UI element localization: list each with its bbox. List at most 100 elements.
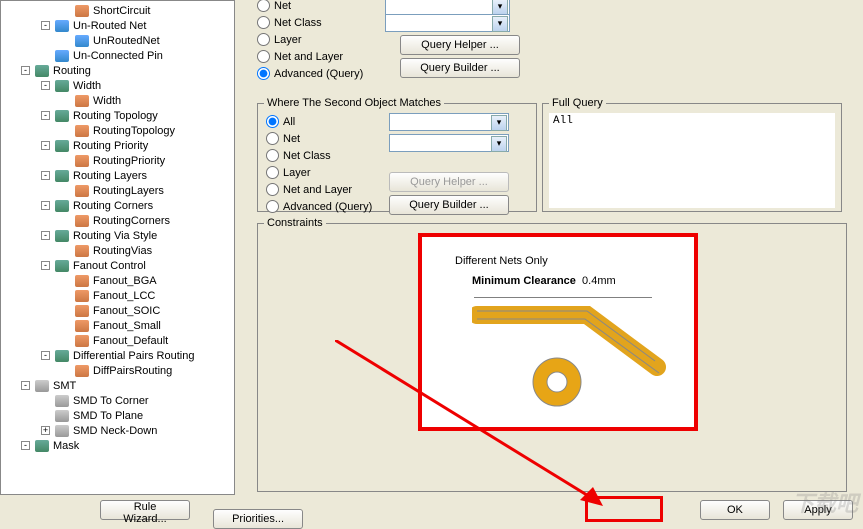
tree-item[interactable]: -Differential Pairs Routing — [1, 348, 234, 363]
first-match-combo[interactable] — [385, 14, 510, 32]
second-match-radio-net-and-layer[interactable]: Net and Layer — [264, 181, 389, 198]
min-clearance-label: Minimum Clearance 0.4mm — [472, 275, 616, 287]
ok-highlight-box — [585, 496, 663, 522]
rules-tree[interactable]: ShortCircuit-Un-Routed NetUnRoutedNetUn-… — [0, 0, 235, 495]
tree-icon — [55, 395, 69, 407]
tree-item[interactable]: Width — [1, 93, 234, 108]
tree-label: Width — [72, 80, 101, 92]
tree-label: Un-Connected Pin — [72, 50, 163, 62]
tree-label: Width — [92, 95, 121, 107]
full-query-legend: Full Query — [549, 97, 606, 109]
tree-item[interactable]: Fanout_BGA — [1, 273, 234, 288]
tree-item[interactable]: RoutingCorners — [1, 213, 234, 228]
tree-label: Un-Routed Net — [72, 20, 146, 32]
tree-item[interactable]: SMD To Plane — [1, 408, 234, 423]
tree-item[interactable]: Fanout_SOIC — [1, 303, 234, 318]
tree-icon — [55, 230, 69, 242]
tree-icon — [55, 140, 69, 152]
second-match-radio-layer[interactable]: Layer — [264, 164, 389, 181]
tree-icon — [55, 425, 69, 437]
second-object-matches-group: Where The Second Object Matches AllNetNe… — [257, 97, 537, 212]
tree-item[interactable]: -Fanout Control — [1, 258, 234, 273]
tree-item[interactable]: SMD To Corner — [1, 393, 234, 408]
tree-icon — [75, 125, 89, 137]
tree-label: Routing Via Style — [72, 230, 157, 242]
tree-icon — [35, 380, 49, 392]
tree-label: Mask — [52, 440, 79, 452]
first-match-radio-net[interactable]: Net — [255, 0, 535, 14]
tree-label: Routing Corners — [72, 200, 153, 212]
different-nets-label: Different Nets Only — [455, 255, 548, 267]
priorities-button[interactable]: Priorities... — [213, 509, 303, 529]
tree-label: DiffPairsRouting — [92, 365, 172, 377]
tree-item[interactable]: RoutingTopology — [1, 123, 234, 138]
tree-item[interactable]: RoutingVias — [1, 243, 234, 258]
query-builder-button-2[interactable]: Query Builder ... — [389, 195, 509, 215]
tree-item[interactable]: +SMD Neck-Down — [1, 423, 234, 438]
tree-label: Fanout_Small — [92, 320, 161, 332]
query-helper-button-2: Query Helper ... — [389, 172, 509, 192]
ok-button[interactable]: OK — [700, 500, 770, 520]
tree-item[interactable]: UnRoutedNet — [1, 33, 234, 48]
tree-icon — [55, 170, 69, 182]
tree-icon — [75, 35, 89, 47]
tree-icon — [75, 215, 89, 227]
tree-label: ShortCircuit — [92, 5, 150, 17]
tree-icon — [55, 200, 69, 212]
tree-item[interactable]: RoutingPriority — [1, 153, 234, 168]
second-match-radio-net-class[interactable]: Net Class — [264, 147, 389, 164]
tree-item[interactable]: -Mask — [1, 438, 234, 453]
tree-label: RoutingTopology — [92, 125, 175, 137]
apply-button[interactable]: Apply — [783, 500, 853, 520]
net-combo-2[interactable] — [389, 113, 509, 131]
query-builder-button-1[interactable]: Query Builder ... — [400, 58, 520, 78]
tree-icon — [55, 20, 69, 32]
second-match-radio-net[interactable]: Net — [264, 130, 389, 147]
tree-item[interactable]: Fanout_LCC — [1, 288, 234, 303]
constraints-group: Constraints Different Nets Only Minimum … — [257, 217, 847, 492]
constraints-highlight-box: Different Nets Only Minimum Clearance 0.… — [418, 233, 698, 431]
tree-icon — [75, 335, 89, 347]
tree-icon — [55, 410, 69, 422]
tree-item[interactable]: -Routing Priority — [1, 138, 234, 153]
tree-icon — [75, 155, 89, 167]
second-match-radio-advanced-query-[interactable]: Advanced (Query) — [264, 198, 389, 215]
rule-wizard-button[interactable]: Rule Wizard... — [100, 500, 190, 520]
full-query-group: Full Query All — [542, 97, 842, 212]
constraints-legend: Constraints — [264, 217, 326, 229]
tree-item[interactable]: -Routing Layers — [1, 168, 234, 183]
tree-item[interactable]: -Un-Routed Net — [1, 18, 234, 33]
tree-label: Fanout Control — [72, 260, 146, 272]
tree-item[interactable]: -Width — [1, 78, 234, 93]
tree-item[interactable]: Fanout_Small — [1, 318, 234, 333]
full-query-text[interactable]: All — [549, 113, 835, 208]
tree-label: Fanout_LCC — [92, 290, 155, 302]
first-match-radio-net-class[interactable]: Net Class — [255, 14, 535, 31]
tree-label: Routing Priority — [72, 140, 148, 152]
min-clearance-value[interactable]: 0.4mm — [582, 275, 616, 287]
second-match-radio-all[interactable]: All — [264, 113, 389, 130]
tree-icon — [75, 5, 89, 17]
tree-item[interactable]: -SMT — [1, 378, 234, 393]
tree-icon — [55, 260, 69, 272]
query-helper-button-1[interactable]: Query Helper ... — [400, 35, 520, 55]
netclass-combo-2[interactable] — [389, 134, 509, 152]
tree-icon — [75, 95, 89, 107]
tree-item[interactable]: ShortCircuit — [1, 3, 234, 18]
tree-item[interactable]: RoutingLayers — [1, 183, 234, 198]
tree-item[interactable]: -Routing Corners — [1, 198, 234, 213]
tree-item[interactable]: DiffPairsRouting — [1, 363, 234, 378]
tree-item[interactable]: -Routing — [1, 63, 234, 78]
tree-item[interactable]: -Routing Topology — [1, 108, 234, 123]
tree-icon — [55, 350, 69, 362]
first-match-combo[interactable] — [385, 0, 510, 15]
tree-icon — [75, 185, 89, 197]
tree-label: RoutingPriority — [92, 155, 165, 167]
tree-icon — [75, 320, 89, 332]
tree-item[interactable]: Un-Connected Pin — [1, 48, 234, 63]
clearance-illustration — [472, 297, 682, 427]
tree-label: RoutingVias — [92, 245, 152, 257]
tree-item[interactable]: Fanout_Default — [1, 333, 234, 348]
tree-item[interactable]: -Routing Via Style — [1, 228, 234, 243]
tree-icon — [75, 305, 89, 317]
